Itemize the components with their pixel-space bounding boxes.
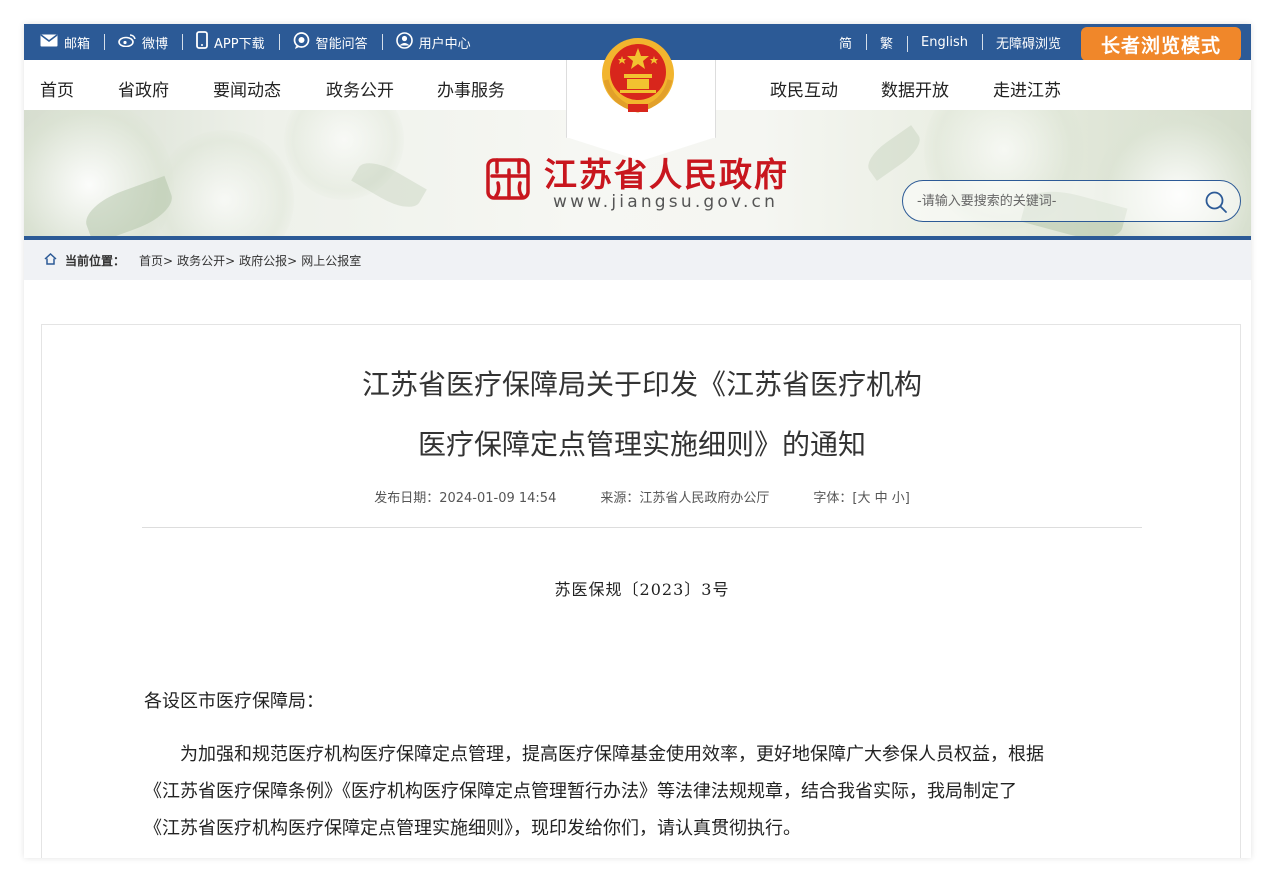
nav-provincial-gov[interactable]: 省政府 [118, 76, 169, 101]
nav-about-jiangsu[interactable]: 走进江苏 [993, 76, 1061, 101]
weibo-icon [118, 33, 136, 51]
article-source: 来源：江苏省人民政府办公厅 [600, 491, 770, 506]
font-size-switcher[interactable]: 字体：[大 中 小] [813, 487, 909, 506]
home-icon[interactable] [44, 252, 57, 268]
user-icon [395, 31, 413, 53]
document-number: 苏医保规〔2023〕3号 [554, 580, 730, 599]
article-meta: 发布日期：2024-01-09 14:54 来源：江苏省人民政府办公厅 字体：[… [42, 487, 1242, 506]
breadcrumb: 当前位置： 首页> 政务公开> 政府公报> 网上公报室 [24, 240, 1251, 280]
traditional-chinese-link[interactable]: 繁 [866, 33, 907, 52]
nav-open-data[interactable]: 数据开放 [881, 76, 949, 101]
top-left-links: 邮箱 微博 APP下载 智能问答 用户中心 [24, 24, 485, 60]
mail-label: 邮箱 [64, 36, 91, 52]
nav-interaction[interactable]: 政民互动 [770, 76, 838, 101]
search-box [902, 180, 1241, 222]
chat-icon [293, 31, 310, 53]
national-emblem-icon[interactable] [598, 34, 678, 114]
smart-qa-label: 智能问答 [315, 36, 368, 52]
publish-date: 发布日期：2024-01-09 14:54 [374, 491, 557, 506]
elder-mode-button[interactable]: 长者浏览模式 [1081, 27, 1241, 61]
breadcrumb-item-gazette[interactable]: 政府公报> [239, 252, 297, 269]
site-url: www.jiangsu.gov.cn [553, 192, 779, 212]
article-paragraph: 为加强和规范医疗机构医疗保障定点管理，提高医疗保障基金使用效率，更好地保障广大参… [144, 736, 1144, 847]
search-input[interactable] [917, 191, 1187, 211]
accessibility-link[interactable]: 无障碍浏览 [981, 33, 1075, 52]
english-link[interactable]: English [907, 35, 982, 52]
nav-news[interactable]: 要闻动态 [213, 76, 281, 101]
breadcrumb-item-gov-affairs[interactable]: 政务公开> [177, 252, 235, 269]
app-download-label: APP下载 [214, 36, 265, 52]
title-divider [142, 527, 1142, 528]
user-center-label: 用户中心 [418, 36, 471, 52]
page: 邮箱 微博 APP下载 智能问答 用户中心 简 繁 English 无障碍浏览 … [24, 24, 1251, 858]
nav-services[interactable]: 办事服务 [437, 76, 505, 101]
top-right-links: 简 繁 English 无障碍浏览 长者浏览模式 [825, 24, 1241, 61]
weibo-link[interactable]: 微博 [104, 24, 182, 60]
mail-icon [40, 33, 58, 51]
smart-qa-link[interactable]: 智能问答 [278, 24, 382, 60]
jiangsu-logo-icon[interactable] [486, 156, 532, 202]
breadcrumb-item-online-gazette[interactable]: 网上公报室 [301, 252, 361, 269]
article-title-line-1: 江苏省医疗保障局关于印发《江苏省医疗机构 [361, 368, 922, 401]
paragraph-line: 《江苏省医疗机构医疗保障定点管理实施细则》，现印发给你们，请认真贯彻执行。 [144, 818, 801, 839]
breadcrumb-label: 当前位置： [65, 253, 126, 268]
breadcrumb-item-home[interactable]: 首页> [139, 252, 173, 269]
weibo-label: 微博 [142, 36, 169, 52]
nav-home[interactable]: 首页 [40, 76, 74, 101]
banner-leaf-decor [861, 125, 927, 181]
article-card: 江苏省医疗保障局关于印发《江苏省医疗机构 医疗保障定点管理实施细则》的通知 发布… [41, 324, 1241, 858]
banner-flower-decor [154, 130, 294, 236]
simplified-chinese-link[interactable]: 简 [825, 33, 866, 52]
app-download-link[interactable]: APP下载 [182, 24, 279, 60]
article-title-line-2: 医疗保障定点管理实施细则》的通知 [417, 428, 866, 461]
search-icon[interactable] [1204, 190, 1228, 214]
addressee: 各设区市医疗保障局： [144, 691, 324, 712]
nav-gov-affairs[interactable]: 政务公开 [326, 76, 394, 101]
mail-link[interactable]: 邮箱 [40, 24, 104, 60]
emblem-frame-tip [566, 137, 716, 161]
paragraph-line: 为加强和规范医疗机构医疗保障定点管理，提高医疗保障基金使用效率，更好地保障广大参… [144, 744, 1044, 765]
phone-icon [196, 31, 208, 53]
paragraph-line: 《江苏省医疗保障条例》《医疗机构医疗保障定点管理暂行办法》等法律法规规章，结合我… [144, 781, 1017, 802]
user-center-link[interactable]: 用户中心 [381, 24, 485, 60]
